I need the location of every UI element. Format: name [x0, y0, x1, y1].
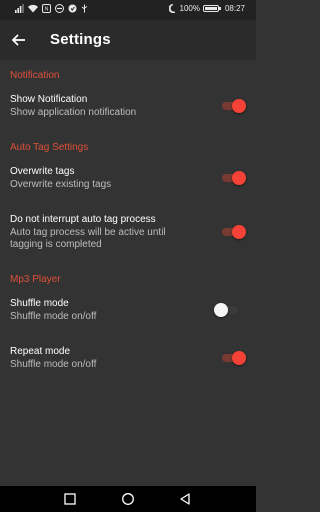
setting-title: Show Notification — [10, 94, 88, 105]
back-button[interactable] — [10, 31, 28, 49]
status-left-icons: N — [15, 4, 88, 13]
setting-title: Repeat mode — [10, 346, 71, 357]
signal-icon — [15, 4, 24, 13]
battery-icon — [202, 5, 221, 12]
section-header-notification: Notification — [10, 70, 60, 81]
vpn-icon — [68, 4, 77, 13]
svg-text:N: N — [45, 7, 49, 13]
section-header-auto-tag: Auto Tag Settings — [10, 142, 89, 153]
arrow-back-icon — [11, 34, 25, 46]
back-triangle-icon — [180, 493, 190, 505]
dnd-icon — [55, 4, 64, 13]
section-header-mp3-player: Mp3 Player — [10, 274, 61, 285]
home-button[interactable] — [121, 492, 135, 506]
repeat-mode-toggle[interactable] — [222, 351, 246, 365]
setting-shuffle-mode[interactable]: Shuffle mode Shuffle mode on/off — [0, 298, 256, 326]
app-bar: Settings — [0, 20, 256, 60]
usb-icon — [81, 4, 88, 13]
setting-subtitle: Shuffle mode on/off — [10, 311, 97, 322]
setting-subtitle: Shuffle mode on/off — [10, 359, 97, 370]
setting-title: Do not interrupt auto tag process — [10, 214, 156, 225]
do-not-interrupt-toggle[interactable] — [222, 225, 246, 239]
system-nav-bar — [0, 486, 256, 512]
status-right-icons: 100% 08:27 — [168, 4, 245, 13]
battery-percent: 100% — [179, 4, 200, 13]
setting-repeat-mode[interactable]: Repeat mode Shuffle mode on/off — [0, 346, 256, 374]
setting-subtitle: Auto tag process will be active until ta… — [10, 227, 166, 250]
setting-subtitle: Show application notification — [10, 107, 137, 118]
setting-title: Shuffle mode — [10, 298, 69, 309]
setting-do-not-interrupt[interactable]: Do not interrupt auto tag process Auto t… — [0, 214, 256, 254]
nfc-icon: N — [42, 4, 51, 13]
overwrite-tags-toggle[interactable] — [222, 171, 246, 185]
setting-subtitle: Overwrite existing tags — [10, 179, 112, 190]
moon-icon — [168, 4, 177, 13]
wifi-icon — [28, 4, 38, 13]
status-bar: N 100% 08:27 — [0, 0, 256, 20]
setting-show-notification[interactable]: Show Notification Show application notif… — [0, 94, 256, 122]
status-time: 08:27 — [224, 4, 245, 13]
recents-square-icon — [64, 493, 76, 505]
setting-title: Overwrite tags — [10, 166, 75, 177]
setting-overwrite-tags[interactable]: Overwrite tags Overwrite existing tags — [0, 166, 256, 194]
home-circle-icon — [122, 493, 134, 505]
shuffle-mode-toggle[interactable] — [214, 303, 238, 317]
nav-back-button[interactable] — [178, 492, 192, 506]
recents-button[interactable] — [63, 492, 77, 506]
show-notification-toggle[interactable] — [222, 99, 246, 113]
page-title: Settings — [50, 31, 111, 48]
